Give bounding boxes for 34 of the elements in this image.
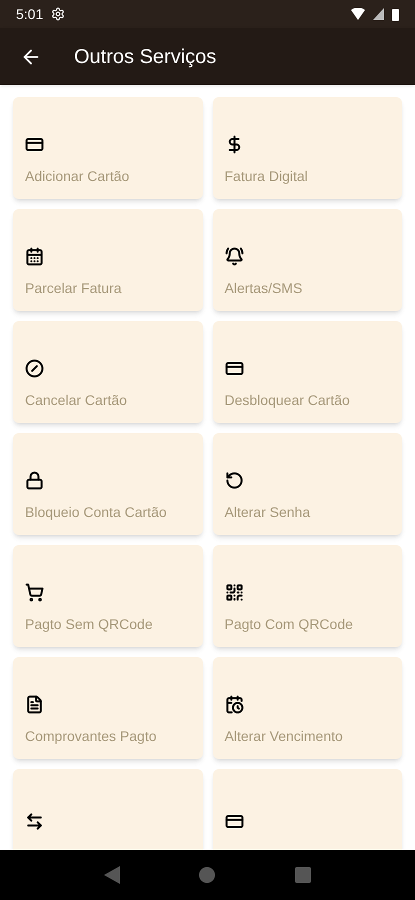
lock-icon: [25, 471, 44, 490]
settings-icon: [51, 7, 66, 21]
service-card[interactable]: Desbloquear Cartão: [212, 321, 402, 423]
home-icon[interactable]: [199, 867, 216, 883]
battery-icon: [392, 8, 399, 20]
document-icon: [25, 695, 44, 714]
service-card[interactable]: Pagto Sem QRCode: [13, 545, 202, 647]
back-icon[interactable]: [104, 866, 120, 884]
service-card[interactable]: Fatura Digital: [212, 97, 402, 199]
service-card[interactable]: Cancelar Cartão: [13, 321, 202, 423]
signal-icon: [373, 8, 384, 20]
service-card[interactable]: Pagto Com QRCode: [212, 545, 402, 647]
slashed-circle-icon: [25, 359, 44, 378]
cart-icon: [25, 583, 44, 602]
service-card[interactable]: Alertas/SMS: [212, 209, 402, 311]
qr-code-icon: [224, 583, 244, 602]
arrows-icon: [25, 812, 44, 831]
screen-title: Outros Serviços: [74, 44, 216, 70]
wifi-icon: [351, 8, 365, 20]
service-card[interactable]: Alterar Vencimento: [212, 657, 402, 759]
service-card[interactable]: Comprovantes Pagto: [13, 657, 202, 759]
status-time: 5:01: [16, 4, 44, 24]
card-icon: [25, 135, 44, 154]
service-card[interactable]: Parcelar Fatura: [13, 209, 202, 311]
recents-icon[interactable]: [295, 867, 312, 883]
card-icon: [224, 812, 244, 831]
service-card[interactable]: Alterar Senha: [212, 433, 402, 535]
bell-icon: [224, 247, 244, 266]
calendar-icon: [224, 695, 244, 714]
calendar-icon: [25, 247, 44, 266]
card-icon: [224, 359, 244, 378]
service-card[interactable]: Adicionar Cartão: [13, 97, 202, 199]
rotate-icon: [224, 471, 244, 490]
service-card[interactable]: Bloqueio Conta Cartão: [13, 433, 202, 535]
